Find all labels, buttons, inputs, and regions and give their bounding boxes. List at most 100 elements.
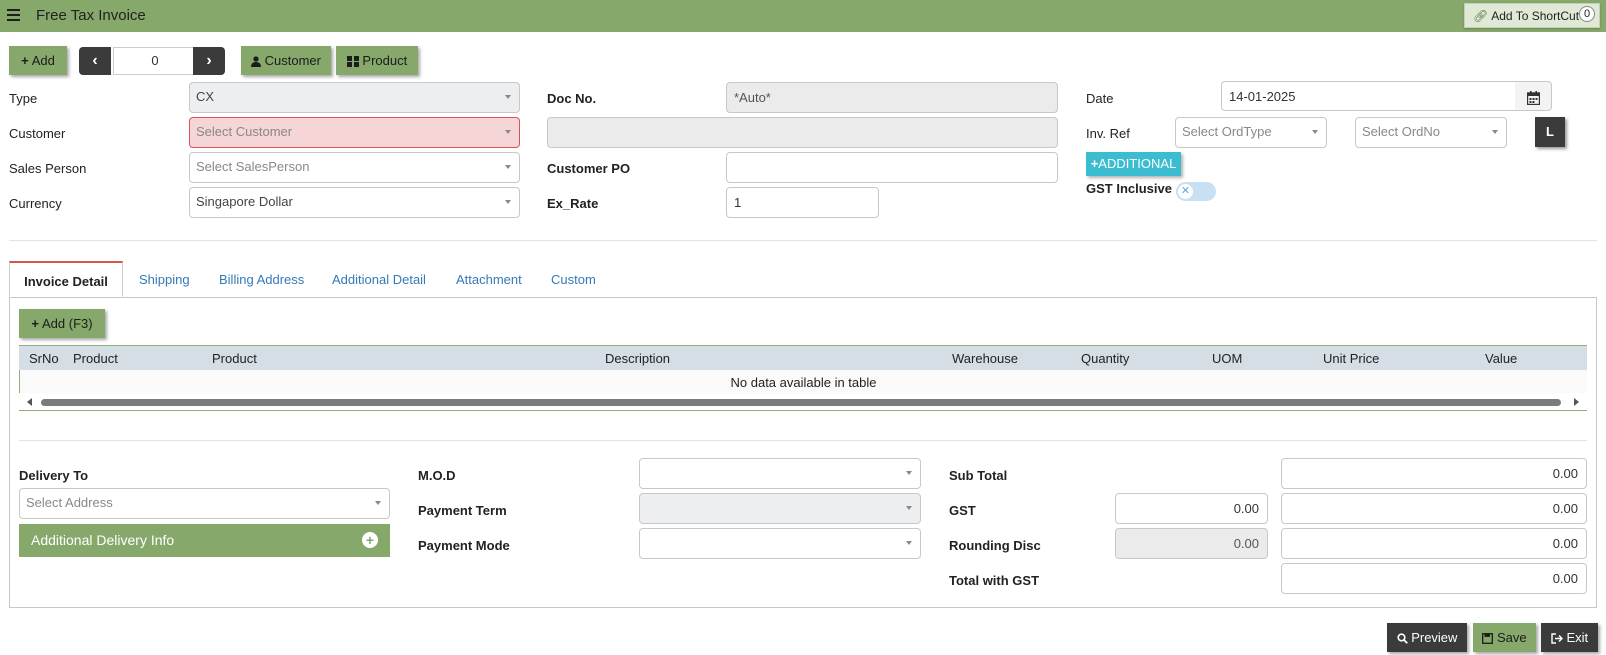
exit-button[interactable]: Exit [1541, 623, 1598, 652]
scrollbar-thumb[interactable] [41, 399, 1561, 406]
calendar-button[interactable] [1515, 81, 1552, 111]
column-header-warehouse[interactable]: Warehouse [952, 351, 1018, 366]
page-title: Free Tax Invoice [36, 7, 146, 24]
plus-circle-icon[interactable]: + [362, 532, 378, 548]
doc-no-label: Doc No. [547, 91, 597, 106]
caret-down-icon [375, 501, 381, 505]
sales-person-label: Sales Person [9, 161, 87, 176]
total-with-gst-label: Total with GST [949, 573, 1040, 588]
tab-attachment[interactable]: Attachment [456, 261, 522, 297]
date-field[interactable]: 14-01-2025 [1221, 81, 1516, 111]
column-header-value[interactable]: Value [1485, 351, 1517, 366]
footer-divider [19, 440, 1587, 441]
previous-record-button[interactable]: ‹ [79, 47, 111, 75]
currency-label: Currency [9, 196, 62, 211]
column-header-srno[interactable]: SrNo [29, 351, 59, 366]
tab-custom[interactable]: Custom [551, 261, 596, 297]
add-line-button-label: Add (F3) [42, 316, 93, 331]
caret-down-icon [505, 130, 511, 134]
doc-no-field[interactable]: *Auto* [726, 82, 1058, 113]
payment-mode-label: Payment Mode [418, 538, 510, 553]
link-icon: 🔗︎ [1473, 9, 1489, 23]
calendar-icon [1527, 89, 1540, 105]
next-record-button[interactable]: › [193, 47, 225, 75]
payment-mode-select[interactable] [639, 528, 921, 559]
scroll-right-icon[interactable] [1574, 398, 1579, 406]
payment-term-label: Payment Term [418, 503, 507, 518]
sign-out-icon [1551, 630, 1563, 645]
customer-button-label: Customer [264, 53, 321, 68]
tab-shipping[interactable]: Shipping [139, 261, 190, 297]
search-icon [1396, 630, 1408, 645]
sub-total-field[interactable]: 0.00 [1281, 458, 1587, 489]
delivery-address-placeholder: Select Address [26, 495, 113, 510]
tab-invoice-detail[interactable]: Invoice Detail [9, 261, 123, 297]
ex-rate-label: Ex_Rate [547, 196, 599, 211]
column-header-description[interactable]: Description [605, 351, 670, 366]
gst-label: GST [949, 503, 976, 518]
column-header-product-code[interactable]: Product [73, 351, 118, 366]
save-button[interactable]: Save [1473, 623, 1536, 652]
ord-type-select[interactable]: Select OrdType [1175, 117, 1327, 148]
delivery-to-label: Delivery To [19, 468, 89, 483]
delivery-address-select[interactable]: Select Address [19, 488, 390, 519]
column-header-product[interactable]: Product [212, 351, 257, 366]
gst-inclusive-toggle[interactable]: ✕ [1176, 182, 1216, 201]
add-to-shortcut-label: Add To ShortCut [1491, 9, 1580, 23]
customer-po-field[interactable] [726, 152, 1058, 183]
product-button-label: Product [362, 53, 408, 68]
hamburger-menu-icon[interactable] [7, 9, 20, 21]
type-value: CX [196, 89, 215, 104]
l-button[interactable]: L [1535, 117, 1565, 147]
sales-person-select[interactable]: Select SalesPerson [189, 152, 520, 183]
currency-select[interactable]: Singapore Dollar [189, 187, 520, 218]
additional-delivery-info-label: Additional Delivery Info [31, 532, 175, 548]
date-label: Date [1086, 91, 1114, 106]
tab-billing-address[interactable]: Billing Address [219, 261, 304, 297]
tab-additional-detail[interactable]: Additional Detail [332, 261, 426, 297]
horizontal-scrollbar[interactable] [19, 395, 1587, 409]
scroll-left-icon[interactable] [27, 398, 32, 406]
exit-button-label: Exit [1566, 630, 1589, 645]
customer-button[interactable]: Customer [241, 46, 331, 75]
caret-down-icon [906, 541, 912, 545]
additional-button-label: ADDITIONAL [1098, 156, 1177, 171]
total-with-gst-field[interactable]: 0.00 [1281, 563, 1587, 594]
customer-name-field[interactable] [547, 117, 1058, 148]
mod-select[interactable] [639, 458, 921, 489]
rounding-disc-label: Rounding Disc [949, 538, 1041, 553]
additional-button[interactable]: +ADDITIONAL [1086, 152, 1181, 176]
payment-term-select[interactable] [639, 493, 921, 524]
gst-rate-field[interactable]: 0.00 [1115, 493, 1268, 524]
customer-label: Customer [9, 126, 66, 141]
customer-select[interactable]: Select Customer [189, 117, 520, 148]
sub-total-label: Sub Total [949, 468, 1008, 483]
product-button[interactable]: Product [336, 46, 418, 75]
column-header-quantity[interactable]: Quantity [1081, 351, 1129, 366]
type-select[interactable]: CX [189, 82, 520, 113]
add-button[interactable]: + Add [9, 46, 67, 75]
caret-down-icon [505, 95, 511, 99]
ex-rate-field[interactable]: 1 [726, 187, 879, 218]
invoice-detail-panel [9, 297, 1597, 608]
caret-down-icon [1492, 130, 1498, 134]
preview-button[interactable]: Preview [1387, 623, 1467, 652]
record-index-input[interactable]: 0 [113, 47, 197, 75]
rounding-disc-rate-field[interactable]: 0.00 [1115, 528, 1268, 559]
currency-value: Singapore Dollar [196, 194, 293, 209]
additional-delivery-info-bar[interactable]: Additional Delivery Info + [19, 524, 390, 557]
add-line-button[interactable]: + Add (F3) [19, 309, 105, 338]
plus-icon: + [31, 316, 39, 331]
column-header-unit-price[interactable]: Unit Price [1323, 351, 1379, 366]
table-bottom-border [19, 410, 1587, 411]
customer-po-label: Customer PO [547, 161, 631, 176]
sales-person-placeholder: Select SalesPerson [196, 159, 310, 174]
shortcut-count-badge: 0 [1579, 6, 1595, 22]
empty-table-message: No data available in table [730, 375, 877, 390]
ord-no-select[interactable]: Select OrdNo [1355, 117, 1507, 148]
add-to-shortcut-button[interactable]: 🔗︎ Add To ShortCut 0 [1464, 3, 1600, 28]
cubes-icon [346, 53, 359, 68]
gst-amount-field[interactable]: 0.00 [1281, 493, 1587, 524]
rounding-disc-amount-field[interactable]: 0.00 [1281, 528, 1587, 559]
column-header-uom[interactable]: UOM [1212, 351, 1242, 366]
